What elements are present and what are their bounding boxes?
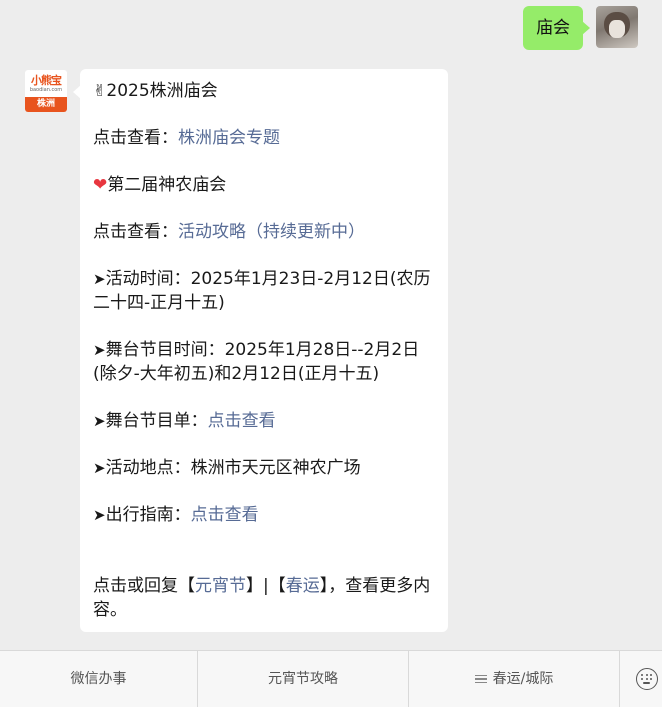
guide-link[interactable]: 活动攻略（持续更新中） <box>178 222 365 242</box>
chat-area: 庙会 小熊宝 baodian.com 株洲 ✌2025株洲庙会 点击查看：株洲庙… <box>0 0 662 650</box>
menu-item-spring-travel[interactable]: 春运/城际 <box>409 651 620 707</box>
travel-guide: ➤出行指南：点击查看 <box>93 505 259 525</box>
arrow-icon: ➤ <box>93 270 106 288</box>
logo-url: baodian.com <box>29 87 63 93</box>
check-prefix: 点击查看： <box>93 222 178 242</box>
heart-icon: ❤ <box>93 175 108 195</box>
topic-link[interactable]: 株洲庙会专题 <box>178 128 280 148</box>
logo-text: 小熊宝 <box>31 74 62 87</box>
arrow-icon: ➤ <box>93 459 106 477</box>
stage-list-link[interactable]: 点击查看 <box>208 411 276 431</box>
menu-item-wechat-services[interactable]: 微信办事 <box>0 651 198 707</box>
user-message-bubble: 庙会 <box>523 6 590 50</box>
check-prefix: 点击查看： <box>93 128 178 148</box>
victory-hand-icon: ✌ <box>93 81 107 100</box>
lantern-festival-link[interactable]: 元宵节 <box>195 576 246 596</box>
keyboard-icon[interactable] <box>636 668 658 690</box>
message-line-title: ✌2025株洲庙会 <box>93 79 439 103</box>
stage-list: ➤舞台节目单：点击查看 <box>93 411 276 431</box>
bot-message-bubble: ✌2025株洲庙会 点击查看：株洲庙会专题 ❤第二届神农庙会 点击查看：活动攻略… <box>73 69 448 632</box>
spring-travel-link[interactable]: 春运 <box>286 576 320 596</box>
submenu-icon <box>474 673 487 686</box>
menu-item-label: 春运/城际 <box>492 671 554 687</box>
arrow-icon: ➤ <box>93 506 106 524</box>
user-avatar[interactable] <box>596 6 638 48</box>
bot-message-content: ✌2025株洲庙会 点击查看：株洲庙会专题 ❤第二届神农庙会 点击查看：活动攻略… <box>93 79 439 622</box>
logo-city: 株洲 <box>25 97 67 112</box>
menu-item-label: 微信办事 <box>70 671 127 687</box>
menu-item-lantern-guide[interactable]: 元宵节攻略 <box>198 651 409 707</box>
event-place: ➤活动地点：株洲市天元区神农广场 <box>93 458 361 478</box>
bot-avatar[interactable]: 小熊宝 baodian.com 株洲 <box>25 70 67 112</box>
travel-guide-link[interactable]: 点击查看 <box>191 505 259 525</box>
arrow-icon: ➤ <box>93 412 106 430</box>
stage-time: ➤舞台节目时间：2025年1月28日--2月2日(除夕-大年初五)和2月12日(… <box>93 340 420 384</box>
bottom-menu-bar: 微信办事 元宵节攻略 春运/城际 <box>0 650 662 707</box>
menu-item-label: 元宵节攻略 <box>268 671 338 687</box>
event-title: 第二届神农庙会 <box>107 175 227 195</box>
title-text: 2025株洲庙会 <box>106 81 218 101</box>
event-time: ➤活动时间：2025年1月23日-2月12日(农历二十四-正月十五) <box>93 269 431 313</box>
user-message-text: 庙会 <box>536 18 570 38</box>
arrow-icon: ➤ <box>93 341 106 359</box>
footer-line: 点击或回复【元宵节】|【春运】，查看更多内容。 <box>93 576 431 620</box>
